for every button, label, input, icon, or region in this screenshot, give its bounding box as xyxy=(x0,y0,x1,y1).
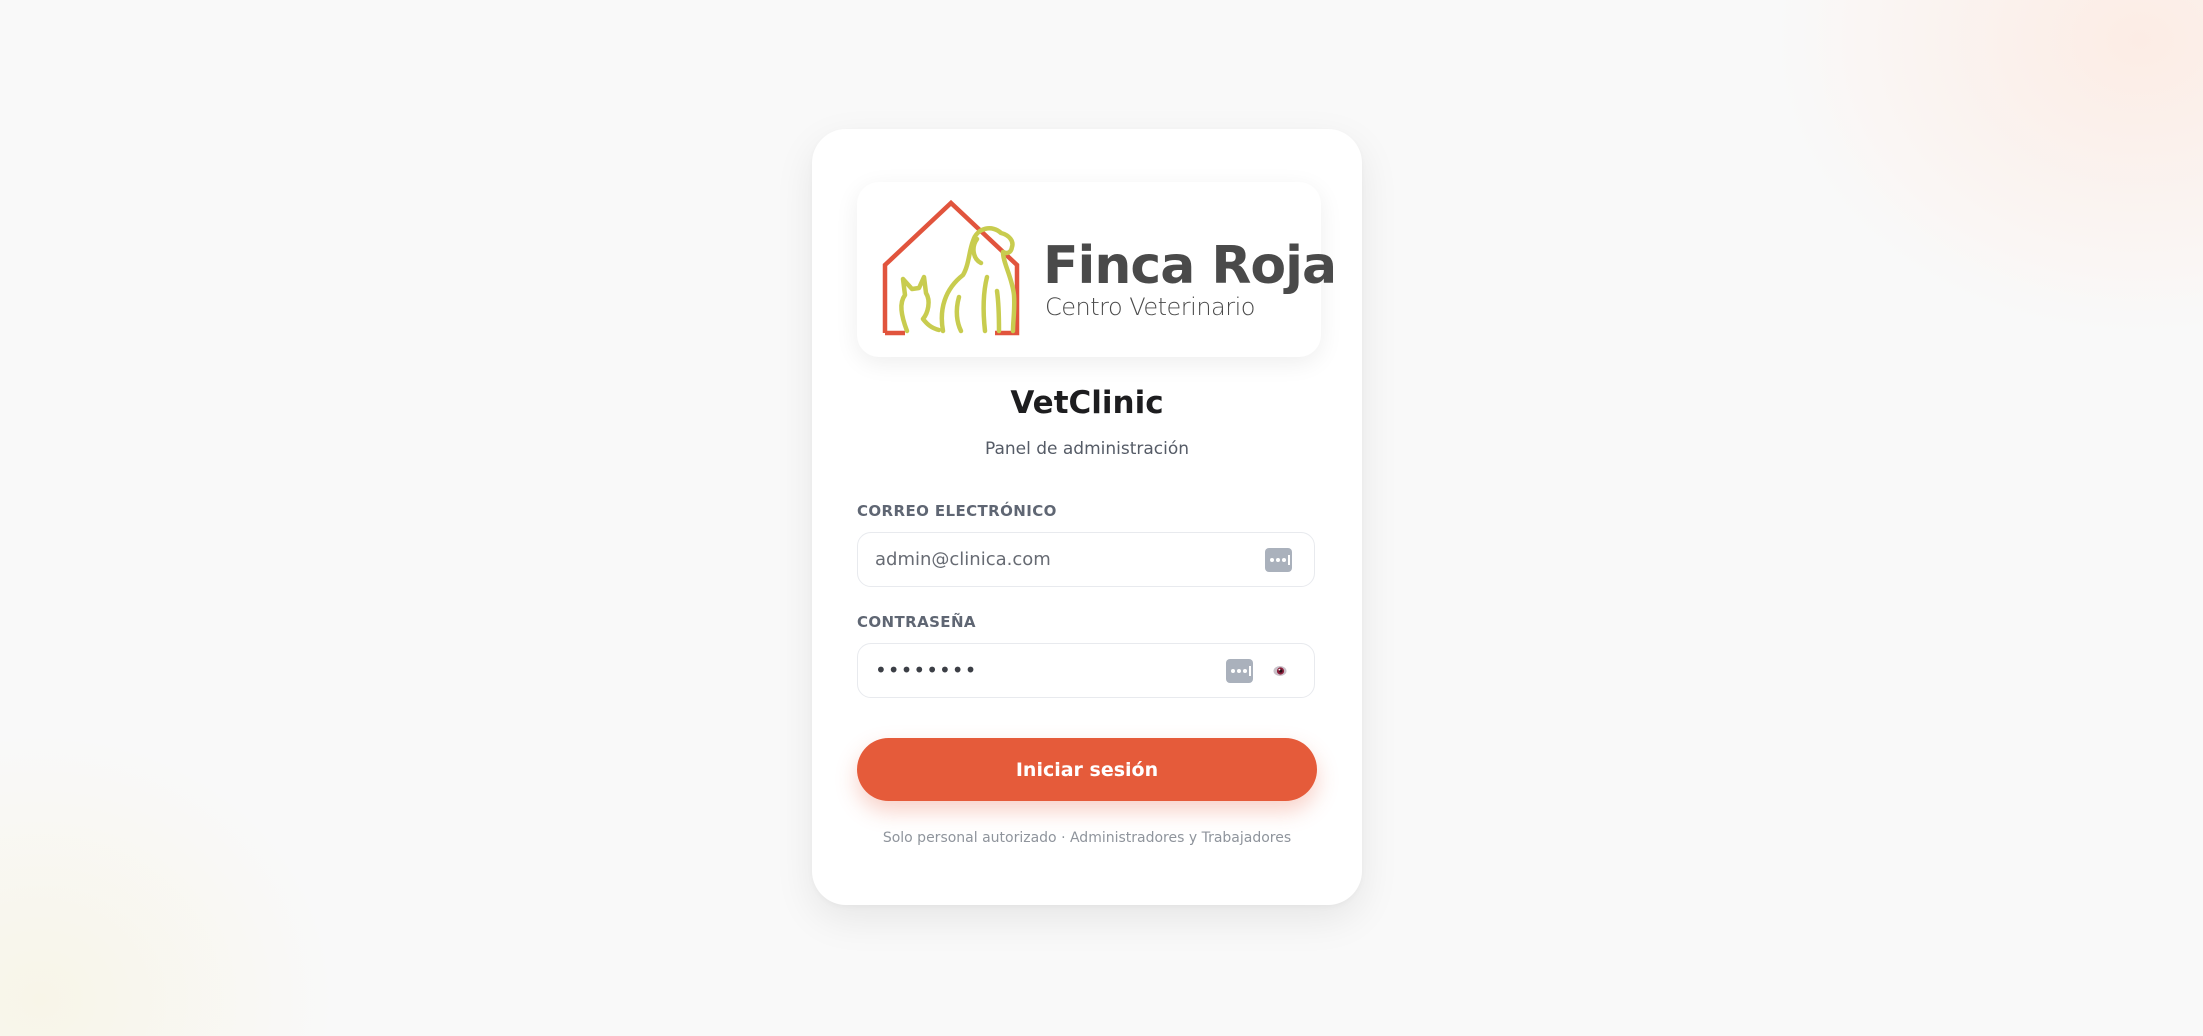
login-button[interactable]: Iniciar sesión xyxy=(857,738,1317,801)
login-card: Finca Roja Centro Veterinario VetClinic … xyxy=(812,129,1362,905)
email-field[interactable] xyxy=(875,533,1235,585)
password-label: CONTRASEÑA xyxy=(857,613,976,631)
brand-name: Finca Roja xyxy=(1043,236,1337,296)
password-field[interactable] xyxy=(875,644,1235,696)
password-field-container xyxy=(857,643,1315,698)
logo-container: Finca Roja Centro Veterinario xyxy=(857,182,1337,357)
email-field-container xyxy=(857,532,1315,587)
app-title: VetClinic xyxy=(1010,385,1164,421)
clinic-logo-icon xyxy=(882,199,1020,336)
footer-note: Solo personal autorizado · Administrador… xyxy=(882,830,1292,846)
brand-tagline: Centro Veterinario xyxy=(1045,293,1255,321)
password-manager-icon[interactable] xyxy=(1265,548,1292,572)
eye-icon[interactable] xyxy=(1272,664,1288,678)
email-label: CORREO ELECTRÓNICO xyxy=(857,502,1057,520)
app-subtitle: Panel de administración xyxy=(984,439,1190,459)
password-manager-icon[interactable] xyxy=(1226,659,1253,683)
